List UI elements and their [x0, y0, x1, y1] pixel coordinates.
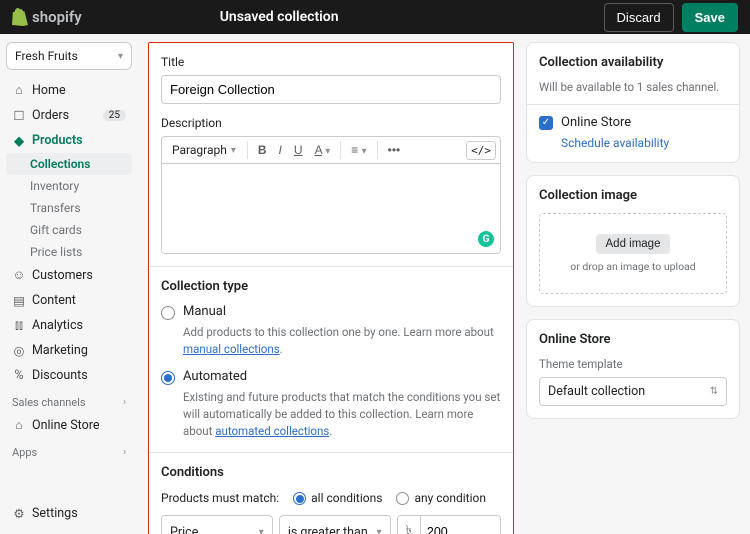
manual-radio[interactable] — [161, 306, 175, 320]
analytics-icon: ⫾⫾ — [12, 319, 26, 333]
content-icon: ▤ — [12, 294, 26, 308]
topbar: shopify Unsaved collection Discard Save — [0, 0, 750, 34]
automated-desc: Existing and future products that match … — [183, 389, 501, 441]
customers-icon: ☺ — [12, 269, 26, 283]
shopify-bag-icon — [12, 8, 28, 26]
image-heading: Collection image — [539, 188, 727, 203]
chevron-down-icon: ▾ — [118, 51, 123, 62]
currency-prefix: ৳ — [398, 516, 421, 534]
conditions-card: Conditions Products must match: all cond… — [149, 453, 513, 534]
online-store-card: Online Store Theme template Default coll… — [526, 319, 740, 419]
nav-content[interactable]: ▤ Content — [6, 288, 132, 313]
title-description-card: Title Description Paragraph▾ B I U A ▾ ≡… — [149, 43, 513, 267]
theme-template-select[interactable]: Default collection⇅ — [539, 377, 727, 406]
availability-card: Collection availability Will be availabl… — [526, 42, 740, 163]
collection-type-card: Collection type Manual Add products to t… — [149, 267, 513, 453]
online-store-checkbox[interactable]: ✓ — [539, 116, 553, 130]
manual-label: Manual — [183, 304, 226, 319]
gear-icon: ⚙ — [12, 507, 26, 521]
text-color-button[interactable]: A ▾ — [310, 140, 336, 160]
nav-settings[interactable]: ⚙ Settings — [6, 501, 132, 526]
condition-field-select[interactable]: Price▾ — [161, 515, 273, 534]
more-button[interactable]: ••• — [383, 140, 406, 160]
all-conditions-radio[interactable] — [293, 492, 306, 505]
sidebar: Fresh Fruits ▾ ⌂ Home ☐ Orders 25 ◆ Prod… — [0, 34, 138, 534]
nav-orders[interactable]: ☐ Orders 25 — [6, 103, 132, 128]
nav-gift-cards[interactable]: Gift cards — [6, 219, 132, 241]
nav-price-lists[interactable]: Price lists — [6, 241, 132, 263]
home-icon: ⌂ — [12, 84, 26, 98]
condition-operator-select[interactable]: is greater than▾ — [279, 515, 391, 534]
html-toggle[interactable]: </> — [466, 141, 496, 160]
shopify-logo: shopify — [12, 8, 82, 26]
chevron-right-icon: › — [123, 447, 126, 458]
manual-desc: Add products to this collection one by o… — [183, 324, 501, 359]
nav-collections[interactable]: Collections — [6, 153, 132, 175]
collection-image-card: Collection image Add image or drop an im… — [526, 175, 740, 307]
title-input[interactable] — [161, 75, 501, 104]
bold-button[interactable]: B — [253, 140, 272, 160]
underline-button[interactable]: U — [289, 140, 308, 160]
discard-button[interactable]: Discard — [604, 3, 674, 32]
title-label: Title — [161, 55, 501, 69]
theme-template-label: Theme template — [539, 357, 727, 371]
align-button[interactable]: ≡ ▾ — [346, 140, 371, 160]
nav-online-store[interactable]: ⌂ Online Store — [6, 413, 132, 438]
nav-analytics[interactable]: ⫾⫾ Analytics — [6, 313, 132, 338]
highlighted-region: Title Description Paragraph▾ B I U A ▾ ≡… — [148, 42, 514, 534]
collection-type-heading: Collection type — [161, 279, 501, 294]
save-button[interactable]: Save — [682, 3, 738, 32]
description-label: Description — [161, 116, 501, 130]
match-row: Products must match: all conditions any … — [161, 490, 501, 505]
nav-inventory[interactable]: Inventory — [6, 175, 132, 197]
nav-transfers[interactable]: Transfers — [6, 197, 132, 219]
italic-button[interactable]: I — [274, 140, 287, 160]
apps-label[interactable]: Apps › — [6, 438, 132, 463]
brand-text: shopify — [32, 8, 82, 26]
condition-value-input-wrap: ৳ — [397, 515, 501, 534]
paragraph-select[interactable]: Paragraph▾ — [166, 140, 242, 160]
orders-count: 25 — [103, 110, 126, 121]
online-store-label: Online Store — [561, 115, 631, 130]
nav-customers[interactable]: ☺ Customers — [6, 263, 132, 288]
condition-value-input[interactable] — [421, 516, 500, 534]
image-dropzone[interactable]: Add image or drop an image to upload — [539, 213, 727, 294]
description-editor[interactable]: G — [161, 164, 501, 254]
nav-marketing[interactable]: ◎ Marketing — [6, 338, 132, 363]
any-condition-radio[interactable] — [396, 492, 409, 505]
schedule-availability-link[interactable]: Schedule availability — [561, 136, 727, 150]
editor-toolbar: Paragraph▾ B I U A ▾ ≡ ▾ ••• </> — [161, 136, 501, 164]
conditions-heading: Conditions — [161, 465, 501, 480]
grammarly-icon: G — [478, 231, 494, 247]
nav-products[interactable]: ◆ Products — [6, 128, 132, 153]
automated-radio[interactable] — [161, 371, 175, 385]
nav-discounts[interactable]: % Discounts — [6, 363, 132, 388]
page-title: Unsaved collection — [220, 9, 339, 25]
sales-channels-label: Sales channels › — [6, 388, 132, 413]
store-name: Fresh Fruits — [15, 49, 78, 63]
os-heading: Online Store — [539, 332, 727, 347]
availability-sub: Will be available to 1 sales channel. — [539, 80, 727, 94]
automated-collections-link[interactable]: automated collections — [215, 424, 329, 438]
store-icon: ⌂ — [12, 419, 26, 433]
orders-icon: ☐ — [12, 109, 26, 123]
automated-label: Automated — [183, 369, 247, 384]
marketing-icon: ◎ — [12, 344, 26, 358]
image-drop-text: or drop an image to upload — [550, 260, 716, 273]
manual-collections-link[interactable]: manual collections — [183, 342, 280, 356]
nav-home[interactable]: ⌂ Home — [6, 78, 132, 103]
store-selector[interactable]: Fresh Fruits ▾ — [6, 42, 132, 70]
products-icon: ◆ — [12, 134, 26, 148]
discounts-icon: % — [12, 369, 26, 383]
add-image-button[interactable]: Add image — [596, 234, 671, 254]
chevron-right-icon[interactable]: › — [123, 397, 126, 408]
availability-heading: Collection availability — [539, 55, 727, 70]
